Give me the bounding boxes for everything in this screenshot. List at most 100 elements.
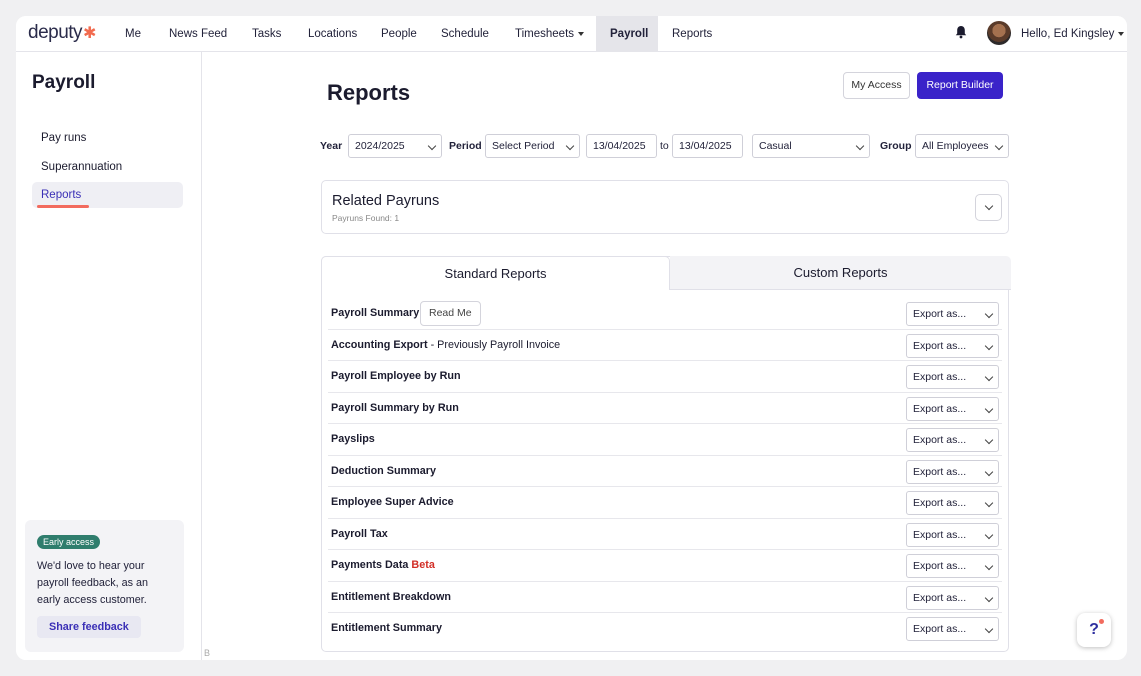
year-select[interactable]: 2024/2025	[348, 134, 442, 158]
period-label: Period	[449, 140, 482, 152]
early-access-text: We'd love to hear your payroll feedback,…	[37, 560, 149, 606]
top-nav: deputy✱ Me News Feed Tasks Locations Peo…	[16, 16, 1127, 52]
chevron-down-icon	[984, 467, 994, 476]
avatar[interactable]	[987, 21, 1011, 45]
report-name[interactable]: Payroll Summary	[331, 298, 419, 329]
user-menu[interactable]: Hello, Ed Kingsley	[1021, 16, 1125, 52]
table-row: Employee Super Advice Export as...	[328, 487, 1002, 519]
chevron-down-icon	[994, 141, 1004, 151]
export-as-select[interactable]: Export as...	[906, 491, 999, 515]
app-frame: deputy✱ Me News Feed Tasks Locations Peo…	[16, 16, 1127, 660]
report-name[interactable]: Deduction Summary	[331, 456, 436, 487]
notification-dot	[1099, 619, 1104, 624]
early-access-badge: Early access	[37, 535, 101, 549]
nav-tasks[interactable]: Tasks	[252, 16, 281, 52]
period-select[interactable]: Select Period	[485, 134, 580, 158]
table-row: Entitlement Summary Export as...	[328, 613, 1002, 645]
chevron-down-icon	[565, 141, 575, 151]
report-name[interactable]: Payroll Summary by Run	[331, 393, 459, 424]
export-as-select[interactable]: Export as...	[906, 333, 999, 358]
table-row: Accounting Export - Previously Payroll I…	[328, 330, 1002, 361]
chevron-down-icon	[984, 372, 994, 382]
nav-locations[interactable]: Locations	[308, 16, 357, 52]
chevron-down-icon	[984, 435, 994, 445]
report-builder-button[interactable]: Report Builder	[917, 72, 1003, 99]
export-as-select[interactable]: Export as...	[906, 522, 999, 547]
related-payruns-count: Payruns Found: 1	[332, 213, 400, 223]
chevron-down-icon	[984, 593, 994, 602]
export-as-select[interactable]: Export as...	[906, 585, 999, 610]
nav-payroll[interactable]: Payroll	[596, 16, 658, 52]
chevron-down-icon	[984, 530, 994, 539]
group-select[interactable]: All Employees	[915, 134, 1009, 158]
chevron-down-icon	[1118, 31, 1125, 36]
report-name[interactable]: Entitlement Summary	[331, 613, 442, 644]
chevron-down-icon	[984, 561, 994, 571]
sidebar-item-pay-runs[interactable]: Pay runs	[32, 125, 183, 151]
deputy-logo[interactable]: deputy✱	[28, 22, 96, 44]
chevron-down-icon	[984, 201, 994, 211]
annotation-underline	[37, 205, 89, 208]
report-name[interactable]: Payslips	[331, 424, 375, 455]
report-name[interactable]: Entitlement Breakdown	[331, 582, 451, 613]
reports-tabs-panel: Standard Reports Custom Reports Payroll …	[321, 256, 1011, 652]
export-as-select[interactable]: Export as...	[906, 365, 999, 389]
expand-related-button[interactable]	[975, 194, 1002, 221]
deputy-star-icon: ✱	[83, 25, 96, 42]
nav-me[interactable]: Me	[125, 16, 141, 52]
chevron-down-icon	[984, 341, 994, 350]
chevron-down-icon	[427, 141, 437, 151]
chevron-down-icon	[984, 498, 994, 508]
export-as-select[interactable]: Export as...	[906, 428, 999, 452]
export-as-select[interactable]: Export as...	[906, 554, 999, 578]
chevron-down-icon	[984, 404, 994, 413]
group-label: Group	[880, 140, 912, 152]
table-row: Deduction Summary Export as...	[328, 456, 1002, 487]
sidebar: Payroll Pay runs Superannuation Reports …	[16, 52, 202, 660]
sidebar-item-superannuation[interactable]: Superannuation	[32, 154, 183, 180]
date-to-input[interactable]: 13/04/2025	[672, 134, 743, 158]
share-feedback-button[interactable]: Share feedback	[37, 616, 141, 638]
export-as-select[interactable]: Export as...	[906, 302, 999, 326]
chevron-down-icon	[578, 31, 585, 36]
to-label: to	[660, 140, 669, 152]
export-as-select[interactable]: Export as...	[906, 617, 999, 641]
table-row: Payslips Export as...	[328, 424, 1002, 456]
report-name[interactable]: Payments Data Beta	[331, 550, 435, 581]
nav-people[interactable]: People	[381, 16, 417, 52]
nav-reports[interactable]: Reports	[672, 16, 712, 52]
nav-schedule[interactable]: Schedule	[441, 16, 489, 52]
table-row: Payroll Employee by Run Export as...	[328, 361, 1002, 393]
sidebar-title: Payroll	[32, 72, 96, 93]
year-label: Year	[320, 140, 343, 152]
table-row: Payroll Summary Read Me Export as...	[328, 298, 1002, 330]
report-list: Payroll Summary Read Me Export as... Accoun…	[328, 298, 1002, 645]
early-access-card: Early access We'd love to hear your payr…	[25, 520, 184, 652]
chevron-down-icon	[855, 141, 865, 151]
tab-custom-reports[interactable]: Custom Reports	[670, 256, 1011, 290]
related-payruns-panel: Related Payruns Payruns Found: 1	[321, 180, 1009, 234]
export-as-select[interactable]: Export as...	[906, 396, 999, 421]
report-name[interactable]: Employee Super Advice	[331, 487, 454, 518]
table-row: Payroll Tax Export as...	[328, 519, 1002, 550]
page-title: Reports	[327, 80, 411, 105]
table-row: Entitlement Breakdown Export as...	[328, 582, 1002, 613]
footer-letter: B	[204, 648, 211, 658]
nav-news-feed[interactable]: News Feed	[169, 16, 227, 52]
report-name[interactable]: Accounting Export - Previously Payroll I…	[331, 330, 560, 361]
report-name[interactable]: Payroll Tax	[331, 519, 388, 550]
related-payruns-title: Related Payruns	[332, 193, 440, 209]
date-from-input[interactable]: 13/04/2025	[586, 134, 657, 158]
tab-standard-reports[interactable]: Standard Reports	[321, 256, 670, 290]
employment-type-select[interactable]: Casual	[752, 134, 870, 158]
beta-badge: Beta	[411, 559, 435, 571]
report-name[interactable]: Payroll Employee by Run	[331, 361, 461, 392]
bell-icon[interactable]	[954, 25, 968, 39]
nav-timesheets[interactable]: Timesheets	[515, 16, 585, 52]
read-me-button[interactable]: Read Me	[420, 301, 481, 326]
chevron-down-icon	[984, 309, 994, 319]
help-button[interactable]: ?	[1077, 613, 1111, 647]
my-access-button[interactable]: My Access	[843, 72, 910, 99]
table-row: Payroll Summary by Run Export as...	[328, 393, 1002, 424]
export-as-select[interactable]: Export as...	[906, 459, 999, 484]
